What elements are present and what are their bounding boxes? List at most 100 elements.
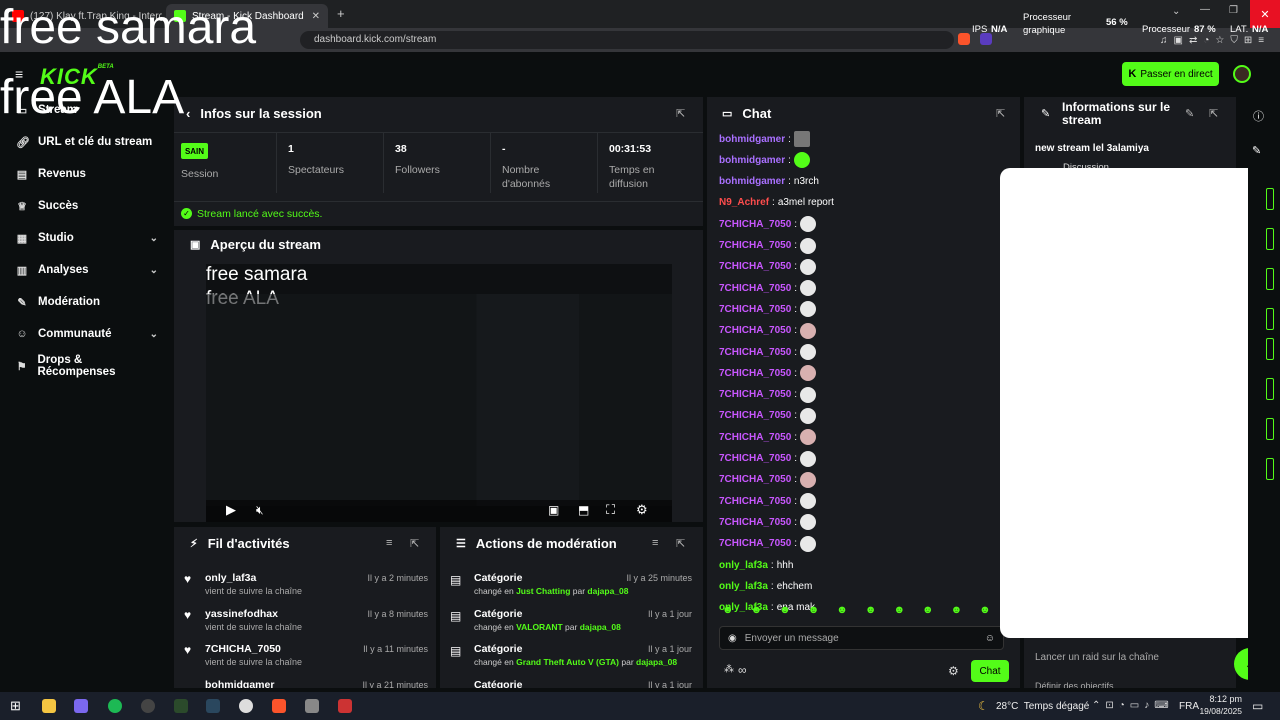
tab-search-icon[interactable]: ⌄ [1172, 6, 1180, 17]
weather-text[interactable]: 28°C Temps dégagé [996, 701, 1089, 712]
settings-icon[interactable]: ⚙ [636, 502, 648, 518]
chat-username[interactable]: bohmidgamer [719, 155, 785, 166]
browser-extension-icons[interactable]: ♫▣⇄◔☆⛉⊞≡ [1160, 35, 1270, 46]
quick-action-button[interactable] [1266, 228, 1274, 250]
maximize-button[interactable]: ❐ [1229, 5, 1238, 16]
system-tray-icons[interactable]: ⌃⊡◔▭♪⌨ [1092, 700, 1174, 711]
sidebar-item-stream-key[interactable]: 🔗︎ URL et clé du stream [16, 132, 158, 152]
play-icon[interactable]: ▶ [226, 502, 236, 518]
chat-send-button[interactable]: Chat [971, 660, 1009, 682]
pip-icon[interactable]: ▣ [548, 503, 559, 517]
activity-user[interactable]: bohmidgamer [205, 679, 274, 688]
popout-icon[interactable]: ⇱ [676, 107, 685, 120]
theater-icon[interactable]: ⬒ [578, 503, 589, 517]
edit-icon[interactable]: ✎ [1185, 107, 1194, 120]
quick-action-button[interactable] [1266, 378, 1274, 400]
clock-date[interactable]: 19/08/2025 [1198, 706, 1242, 716]
chat-username[interactable]: 7CHICHA_7050 [719, 474, 791, 485]
app-icon[interactable] [338, 699, 352, 713]
windows-start-icon[interactable]: ⊞ [10, 698, 21, 714]
chat-username[interactable]: 7CHICHA_7050 [719, 325, 791, 336]
quick-action-button[interactable] [1266, 458, 1274, 480]
chat-username[interactable]: bohmidgamer [719, 176, 785, 187]
spotify-icon[interactable] [108, 699, 122, 713]
clock-time[interactable]: 8:12 pm [1204, 694, 1242, 704]
chat-separator: : [788, 176, 791, 188]
chat-username[interactable]: 7CHICHA_7050 [719, 219, 791, 230]
emoji-icon[interactable]: ☺ [985, 633, 995, 644]
address-bar[interactable]: dashboard.kick.com/stream [300, 31, 954, 49]
info-icon[interactable]: ⓘ [1253, 108, 1264, 124]
close-tab-icon[interactable]: ✕ [312, 11, 320, 22]
popout-icon[interactable]: ⇱ [1209, 107, 1218, 120]
user-avatar[interactable] [1233, 65, 1251, 83]
chat-username[interactable]: 7CHICHA_7050 [719, 389, 791, 400]
activity-user[interactable]: 7CHICHA_7050 [205, 643, 281, 655]
mute-icon[interactable]: 🔇︎ [256, 503, 264, 518]
file-explorer-icon[interactable] [42, 699, 56, 713]
popout-icon[interactable]: ⇱ [996, 107, 1005, 120]
chat-username[interactable]: 7CHICHA_7050 [719, 347, 791, 358]
chat-username[interactable]: only_laf3a [719, 560, 768, 571]
chat-separator: : [794, 516, 798, 528]
emote-bar[interactable]: ☻☻☻☻☻☻☻☻☻☻ [722, 604, 1008, 616]
chat-username[interactable]: 7CHICHA_7050 [719, 368, 791, 379]
chat-username[interactable]: 7CHICHA_7050 [719, 240, 791, 251]
activity-user[interactable]: yassinefodhax [205, 608, 278, 620]
quick-action-button[interactable] [1266, 308, 1274, 330]
chat-username[interactable]: 7CHICHA_7050 [719, 517, 791, 528]
go-live-button[interactable]: K Passer en direct [1122, 62, 1219, 86]
nvidia-icon[interactable] [174, 699, 188, 713]
new-tab-button[interactable]: + [337, 6, 345, 21]
filter-icon[interactable]: ≡ [386, 537, 392, 549]
quick-action-button[interactable] [1266, 418, 1274, 440]
chat-username[interactable]: 7CHICHA_7050 [719, 410, 791, 421]
chat-username[interactable]: 7CHICHA_7050 [719, 496, 791, 507]
chat-message-input[interactable]: ◉ Envoyer un message ☺ [719, 626, 1004, 650]
minimize-button[interactable]: — [1200, 4, 1210, 15]
sidebar-item-analytics[interactable]: ▥ Analyses ⌄ [16, 260, 158, 280]
obs-icon[interactable] [141, 699, 155, 713]
notifications-icon[interactable]: ▭ [1252, 699, 1263, 713]
chat-message: only_laf3a: ehchem [719, 577, 812, 595]
stream-preview-video[interactable]: free samara free ALA ▶ 🔇︎ ▣ ⬒ ⛶ ⚙ [206, 264, 672, 522]
chat-username[interactable]: 7CHICHA_7050 [719, 453, 791, 464]
sidebar-item-moderation[interactable]: ✎ Modération [16, 292, 158, 312]
popout-icon[interactable]: ⇱ [410, 537, 419, 550]
pen-icon[interactable]: ✎ [1252, 144, 1261, 157]
activity-user[interactable]: only_laf3a [205, 572, 256, 584]
sidebar-item-achievements[interactable]: ♕ Succès [16, 196, 158, 216]
chat-username[interactable]: 7CHICHA_7050 [719, 432, 791, 443]
set-goals-button[interactable]: Définir des objectifs [1035, 681, 1114, 688]
emote-icon [800, 514, 817, 531]
users-icon[interactable]: ⁂ [724, 664, 734, 675]
security-shield-icon[interactable] [305, 699, 319, 713]
fullscreen-icon[interactable]: ⛶ [606, 502, 615, 518]
sidebar-item-drops[interactable]: ⚑ Drops & Récompenses [16, 354, 158, 378]
filter-icon[interactable]: ≡ [652, 537, 658, 549]
chat-username[interactable]: 7CHICHA_7050 [719, 538, 791, 549]
popout-icon[interactable]: ⇱ [676, 537, 685, 550]
language-indicator[interactable]: FRA [1179, 701, 1199, 712]
quick-action-button[interactable] [1266, 268, 1274, 290]
chat-username[interactable]: 7CHICHA_7050 [719, 283, 791, 294]
chat-settings-icon[interactable]: ⚙ [948, 664, 959, 678]
sidebar-item-revenue[interactable]: ▤ Revenus [16, 164, 158, 184]
chat-username[interactable]: only_laf3a [719, 581, 768, 592]
raid-channel-button[interactable]: Lancer un raid sur la chaîne [1035, 652, 1159, 663]
quick-action-button[interactable] [1266, 338, 1274, 360]
search-icon[interactable] [239, 699, 253, 713]
discord-icon[interactable] [74, 699, 88, 713]
sidebar-item-community[interactable]: ☺ Communauté ⌄ [16, 324, 158, 344]
chat-username[interactable]: 7CHICHA_7050 [719, 261, 791, 272]
sidebar-item-studio[interactable]: ▦ Studio ⌄ [16, 228, 158, 248]
brave-shield-icon[interactable] [958, 33, 970, 45]
brave-browser-icon[interactable] [272, 699, 286, 713]
chat-separator: : [794, 431, 798, 443]
steam-icon[interactable] [206, 699, 220, 713]
quick-action-button[interactable] [1266, 188, 1274, 210]
chat-username[interactable]: N9_Achref [719, 197, 769, 208]
chat-username[interactable]: 7CHICHA_7050 [719, 304, 791, 315]
chat-username[interactable]: bohmidgamer [719, 134, 785, 145]
chevron-left-icon[interactable]: ‹ [186, 106, 190, 121]
